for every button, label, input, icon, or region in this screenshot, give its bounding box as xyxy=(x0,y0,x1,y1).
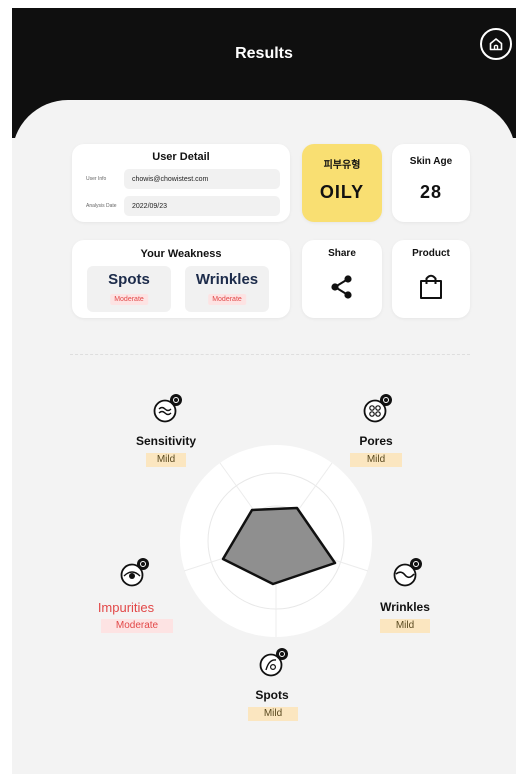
skin-age-value: 28 xyxy=(419,182,443,202)
pores-metric-icon xyxy=(362,392,396,426)
analysis-date-label: Analysis Date xyxy=(86,203,117,209)
metric-level-sensitivity: Mild xyxy=(146,453,186,467)
skin-type-title: 피부유형 xyxy=(323,160,361,171)
metric-name-sensitivity: Sensitivity xyxy=(135,434,197,448)
app-frame: Results User Detail User Info chowis@cho… xyxy=(12,8,516,774)
wrinkles-icon xyxy=(393,558,422,587)
metric-name-spots: Spots xyxy=(255,688,289,702)
product-label: Product xyxy=(412,248,450,259)
shopping-bag-icon xyxy=(420,274,442,299)
wrinkles-metric-icon xyxy=(392,556,426,590)
user-info-label: User Info xyxy=(86,176,107,182)
spots-metric-icon xyxy=(258,646,292,680)
metric-name-impurities: Impurities xyxy=(97,600,155,615)
spots-icon xyxy=(259,648,288,677)
metric-level-wrinkles: Mild xyxy=(380,619,430,633)
metric-name-wrinkles: Wrinkles xyxy=(380,600,430,614)
product-button[interactable]: Product xyxy=(392,240,470,318)
user-detail-card: User Detail User Info chowis@chowistest.… xyxy=(72,144,290,222)
user-info-value: chowis@chowistest.com xyxy=(124,169,280,189)
weakness-name: Wrinkles xyxy=(195,271,259,288)
user-detail-title: User Detail xyxy=(152,151,210,163)
share-label: Share xyxy=(328,248,356,259)
share-icon xyxy=(331,275,352,299)
home-button[interactable] xyxy=(480,28,512,60)
skin-age-card: Skin Age 28 xyxy=(392,144,470,222)
user-info-row: User Info chowis@chowistest.com xyxy=(86,169,280,189)
weakness-level: Moderate xyxy=(208,294,246,305)
analysis-date-value: 2022/09/23 xyxy=(124,196,280,216)
metric-level-pores: Mild xyxy=(350,453,402,467)
weakness-title: Your Weakness xyxy=(140,248,222,260)
weakness-level: Moderate xyxy=(110,294,148,305)
home-icon xyxy=(489,38,503,51)
sensitivity-icon xyxy=(153,394,182,423)
metric-level-spots: Mild xyxy=(248,707,298,721)
analysis-date-row: Analysis Date 2022/09/23 xyxy=(86,196,280,216)
weakness-item-wrinkles: Wrinkles Moderate xyxy=(185,266,269,312)
skin-type-card: 피부유형 OILY xyxy=(302,144,382,222)
metric-name-pores: Pores xyxy=(359,434,393,448)
sensitivity-metric-icon xyxy=(152,392,186,426)
share-button[interactable]: Share xyxy=(302,240,382,318)
weakness-card: Your Weakness Spots Moderate Wrinkles Mo… xyxy=(72,240,290,318)
metric-level-impurities: Moderate xyxy=(101,619,173,633)
impurities-icon xyxy=(120,558,149,587)
pores-icon xyxy=(363,394,392,423)
skin-type-value: OILY xyxy=(319,182,365,202)
weakness-item-spots: Spots Moderate xyxy=(87,266,171,312)
section-divider xyxy=(70,354,470,355)
page-title: Results xyxy=(235,45,293,62)
weakness-name: Spots xyxy=(108,271,150,288)
impurities-metric-icon xyxy=(119,556,153,590)
skin-age-title: Skin Age xyxy=(409,156,453,167)
